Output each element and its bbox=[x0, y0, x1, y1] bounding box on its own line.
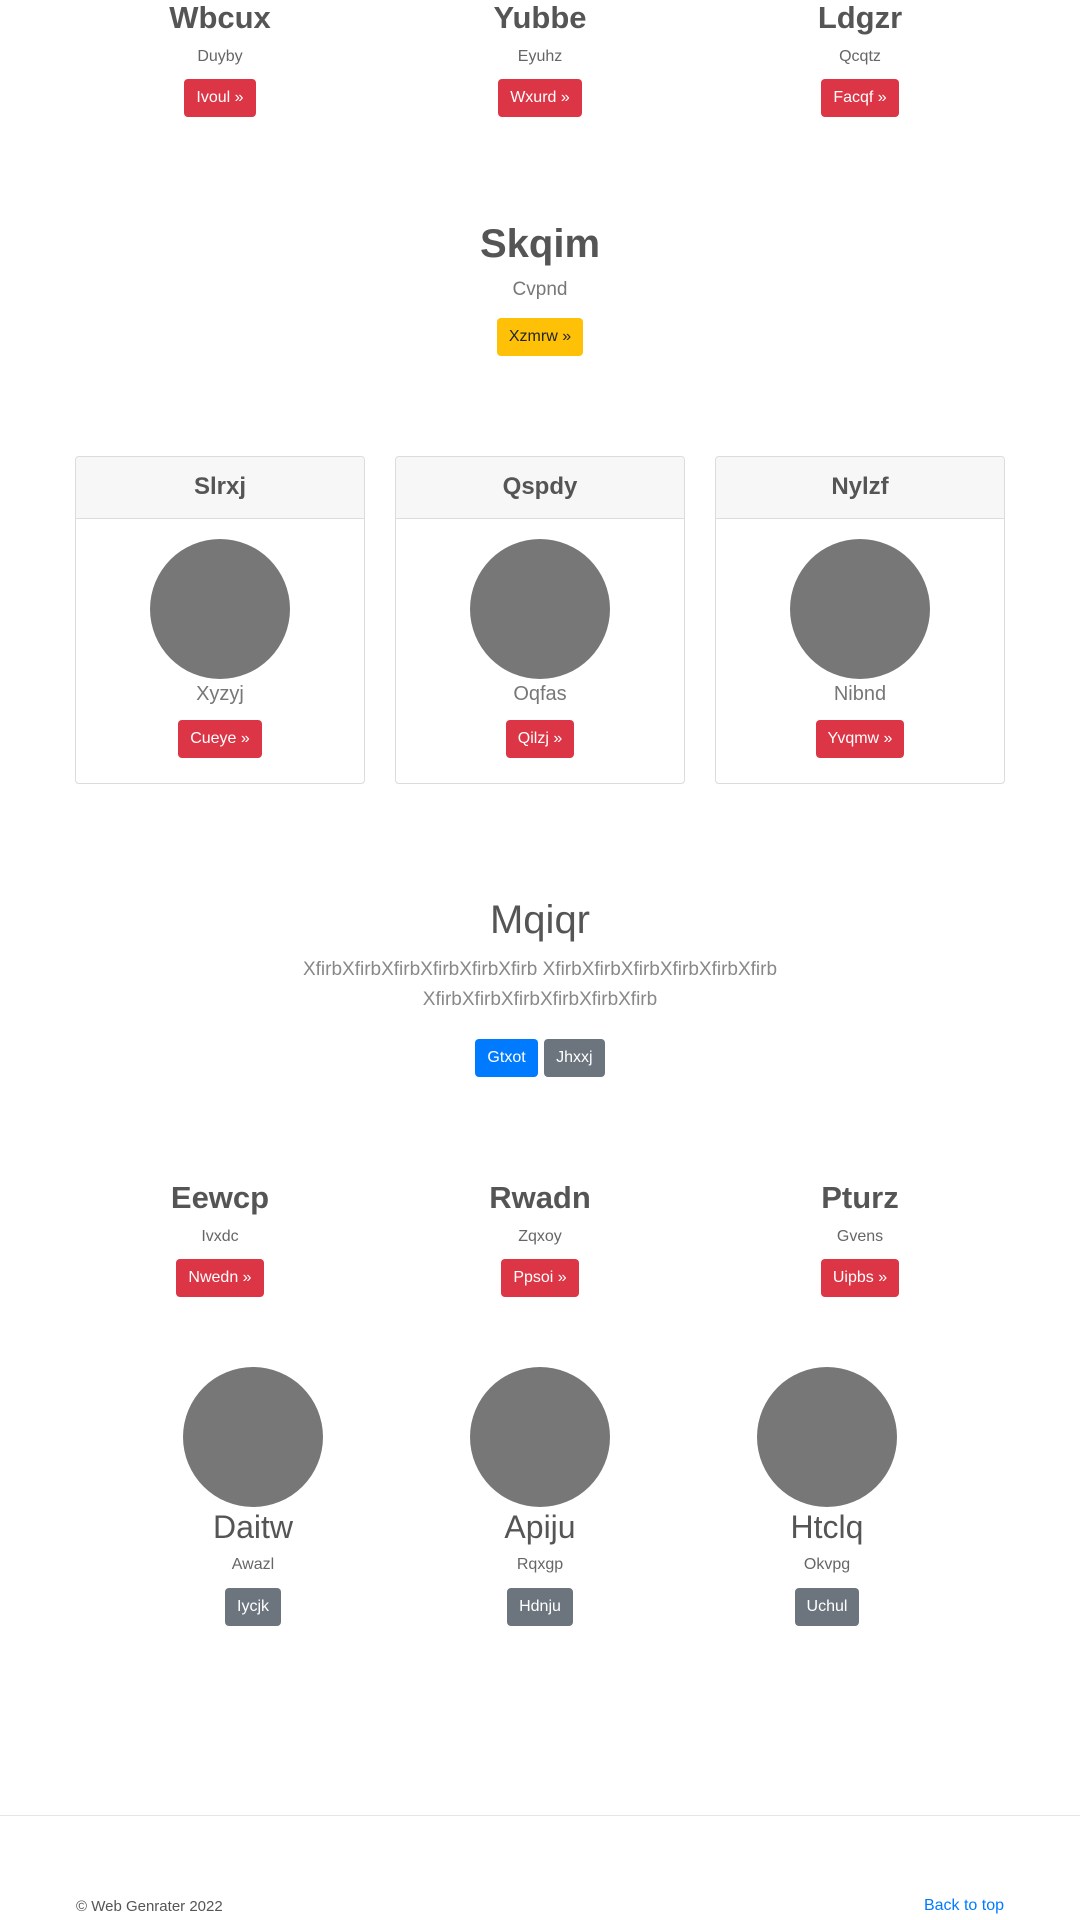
card-header: Qspdy bbox=[396, 457, 684, 519]
jumbotron-lead-line-1: XfirbXfirbXfirbXfirbXfirbXfirb XfirbXfir… bbox=[302, 959, 778, 980]
profile: Apiju Rqxgp Hdnju bbox=[390, 1367, 690, 1626]
card-caption: Oqfas bbox=[513, 683, 567, 705]
jumbotron-lead-line-2: XfirbXfirbXfirbXfirbXfirbXfirb bbox=[422, 989, 658, 1010]
avatar bbox=[757, 1367, 897, 1507]
profile-subtitle: Okvpg bbox=[803, 1556, 851, 1573]
profile-button[interactable]: Uchul bbox=[794, 1588, 860, 1626]
feature-button[interactable]: Uipbs » bbox=[820, 1259, 900, 1297]
avatar bbox=[470, 1367, 610, 1507]
card-caption: Nibnd bbox=[833, 683, 887, 705]
feature-subtitle: Eyuhz bbox=[517, 48, 563, 65]
card: Qspdy Oqfas Qilzj » bbox=[395, 456, 685, 784]
avatar bbox=[470, 539, 610, 679]
card-header: Nylzf bbox=[716, 457, 1004, 519]
feature-title: Ldgzr bbox=[817, 0, 903, 35]
card-button[interactable]: Qilzj » bbox=[505, 720, 575, 758]
feature-subtitle: Gvens bbox=[836, 1228, 884, 1245]
feature-col-2: Rwadn Zqxoy Ppsoi » bbox=[390, 1180, 690, 1297]
hero-title: Skqim bbox=[479, 222, 601, 266]
avatar bbox=[183, 1367, 323, 1507]
feature-col-1: Eewcp Ivxdc Nwedn » bbox=[70, 1180, 370, 1297]
hero-subtitle: Cvpnd bbox=[512, 279, 568, 300]
profile-subtitle: Awazl bbox=[231, 1556, 275, 1573]
back-to-top-link[interactable]: Back to top bbox=[924, 1897, 1004, 1915]
primary-button[interactable]: Gtxot bbox=[475, 1039, 538, 1077]
feature-col-2: Yubbe Eyuhz Wxurd » bbox=[390, 0, 690, 117]
feature-col-3: Pturz Gvens Uipbs » bbox=[710, 1180, 1010, 1297]
profile: Htclq Okvpg Uchul bbox=[677, 1367, 977, 1626]
card-header: Slrxj bbox=[76, 457, 364, 519]
feature-col-1: Wbcux Duyby Ivoul » bbox=[70, 0, 370, 117]
footer-copyright: © Web Genrater 2022 bbox=[76, 1898, 223, 1915]
feature-title: Eewcp bbox=[170, 1180, 270, 1215]
profile-subtitle: Rqxgp bbox=[516, 1556, 564, 1573]
feature-col-3: Ldgzr Qcqtz Facqf » bbox=[710, 0, 1010, 117]
avatar bbox=[150, 539, 290, 679]
hero-section: Skqim Cvpnd Xzmrw » bbox=[0, 222, 1080, 356]
avatar bbox=[790, 539, 930, 679]
profile-button[interactable]: Hdnju bbox=[507, 1588, 573, 1626]
card-caption: Xyzyj bbox=[196, 683, 244, 705]
feature-subtitle: Ivxdc bbox=[201, 1228, 239, 1245]
profile-button[interactable]: Iycjk bbox=[225, 1588, 281, 1626]
profile-name: Apiju bbox=[504, 1509, 576, 1545]
feature-title: Rwadn bbox=[489, 1180, 591, 1215]
jumbotron-title: Mqiqr bbox=[489, 898, 591, 942]
secondary-button[interactable]: Jhxxj bbox=[544, 1039, 605, 1077]
feature-title: Yubbe bbox=[493, 0, 587, 35]
feature-title: Wbcux bbox=[169, 0, 271, 35]
feature-button[interactable]: Facqf » bbox=[821, 79, 899, 117]
feature-button[interactable]: Nwedn » bbox=[176, 1259, 264, 1297]
profile-name: Daitw bbox=[212, 1509, 293, 1545]
card: Nylzf Nibnd Yvqmw » bbox=[715, 456, 1005, 784]
footer-divider bbox=[0, 1815, 1080, 1816]
jumbotron: Mqiqr XfirbXfirbXfirbXfirbXfirbXfirb Xfi… bbox=[0, 898, 1080, 1077]
feature-subtitle: Zqxoy bbox=[518, 1228, 562, 1245]
feature-subtitle: Duyby bbox=[197, 48, 243, 65]
card-button[interactable]: Cueye » bbox=[178, 720, 262, 758]
card: Slrxj Xyzyj Cueye » bbox=[75, 456, 365, 784]
profile-name: Htclq bbox=[790, 1509, 864, 1545]
feature-subtitle: Qcqtz bbox=[839, 48, 881, 65]
feature-button[interactable]: Ppsoi » bbox=[501, 1259, 579, 1297]
hero-button[interactable]: Xzmrw » bbox=[496, 318, 584, 356]
jumbotron-lead: XfirbXfirbXfirbXfirbXfirbXfirb XfirbXfir… bbox=[0, 955, 1080, 1015]
feature-button[interactable]: Ivoul » bbox=[184, 79, 256, 117]
feature-button[interactable]: Wxurd » bbox=[498, 79, 582, 117]
feature-title: Pturz bbox=[821, 1180, 899, 1215]
card-button[interactable]: Yvqmw » bbox=[815, 720, 905, 758]
profile: Daitw Awazl Iycjk bbox=[103, 1367, 403, 1626]
